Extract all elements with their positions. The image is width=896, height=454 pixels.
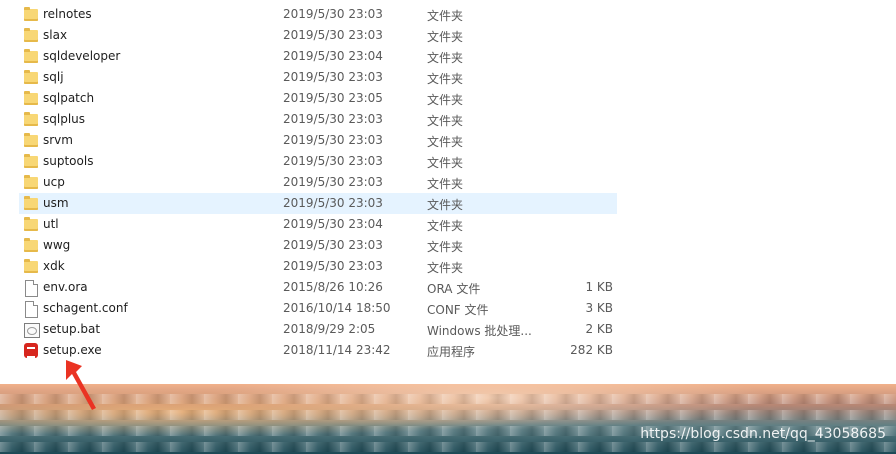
file-date: 2019/5/30 23:04: [283, 49, 383, 63]
folder-icon: [24, 196, 38, 212]
file-date: 2019/5/30 23:03: [283, 28, 383, 42]
file-date: 2019/5/30 23:03: [283, 112, 383, 126]
file-type: 文件夹: [427, 240, 464, 254]
file-type: 文件夹: [427, 30, 464, 44]
file-name: ucp: [43, 175, 65, 189]
file-name: utl: [43, 217, 59, 231]
file-row[interactable]: xdk 2019/5/30 23:03 文件夹: [19, 256, 617, 277]
folder-icon: [24, 175, 38, 191]
file-date: 2019/5/30 23:03: [283, 154, 383, 168]
watermark-text: https://blog.csdn.net/qq_43058685: [640, 426, 886, 442]
folder-icon: [24, 70, 38, 86]
file-name: sqlplus: [43, 112, 86, 126]
file-icon: [24, 280, 38, 297]
file-name: env.ora: [43, 280, 88, 294]
file-row[interactable]: schagent.conf 2016/10/14 18:50 CONF 文件 3 KB: [19, 298, 617, 319]
folder-icon: [24, 7, 38, 23]
file-date: 2018/9/29 2:05: [283, 322, 376, 336]
folder-icon: [24, 28, 38, 44]
file-type: 文件夹: [427, 219, 464, 233]
file-name: slax: [43, 28, 68, 42]
file-type: 文件夹: [427, 198, 464, 212]
folder-icon: [24, 238, 38, 254]
file-size: 2 KB: [585, 322, 613, 336]
file-date: 2015/8/26 10:26: [283, 280, 383, 294]
file-size: 282 KB: [570, 343, 613, 357]
file-explorer: relnotes 2019/5/30 23:03 文件夹 slax 2019/5/30 …: [0, 0, 896, 384]
file-size: 1 KB: [585, 280, 613, 294]
file-row[interactable]: sqldeveloper 2019/5/30 23:04 文件夹: [19, 46, 617, 67]
file-row[interactable]: sqlpatch 2019/5/30 23:05 文件夹: [19, 88, 617, 109]
file-type: 应用程序: [427, 345, 476, 359]
file-name: setup.bat: [43, 322, 101, 336]
file-row[interactable]: utl 2019/5/30 23:04 文件夹: [19, 214, 617, 235]
folder-icon: [24, 91, 38, 107]
folder-icon: [24, 259, 38, 275]
file-type: 文件夹: [427, 135, 464, 149]
folder-icon: [24, 49, 38, 65]
file-date: 2019/5/30 23:05: [283, 91, 383, 105]
file-row[interactable]: suptools 2019/5/30 23:03 文件夹: [19, 151, 617, 172]
file-name: schagent.conf: [43, 301, 128, 315]
file-type: ORA 文件: [427, 282, 481, 296]
file-name: suptools: [43, 154, 94, 168]
file-name: usm: [43, 196, 69, 210]
file-date: 2019/5/30 23:03: [283, 196, 383, 210]
folder-icon: [24, 112, 38, 128]
file-row[interactable]: srvm 2019/5/30 23:03 文件夹: [19, 130, 617, 151]
exe-icon: [24, 343, 38, 359]
file-name: wwg: [43, 238, 71, 252]
file-date: 2016/10/14 18:50: [283, 301, 391, 315]
file-date: 2019/5/30 23:03: [283, 238, 383, 252]
file-date: 2018/11/14 23:42: [283, 343, 391, 357]
file-row[interactable]: relnotes 2019/5/30 23:03 文件夹: [19, 4, 617, 25]
file-type: Windows 批处理...: [427, 324, 532, 338]
file-type: 文件夹: [427, 93, 464, 107]
folder-icon: [24, 154, 38, 170]
file-type: 文件夹: [427, 261, 464, 275]
file-row[interactable]: sqlj 2019/5/30 23:03 文件夹: [19, 67, 617, 88]
file-date: 2019/5/30 23:03: [283, 175, 383, 189]
file-name: sqldeveloper: [43, 49, 121, 63]
file-type: CONF 文件: [427, 303, 489, 317]
file-type: 文件夹: [427, 177, 464, 191]
file-name: xdk: [43, 259, 65, 273]
file-row[interactable]: wwg 2019/5/30 23:03 文件夹: [19, 235, 617, 256]
file-date: 2019/5/30 23:03: [283, 259, 383, 273]
file-name: sqlpatch: [43, 91, 95, 105]
file-row[interactable]: slax 2019/5/30 23:03 文件夹: [19, 25, 617, 46]
file-row[interactable]: usm 2019/5/30 23:03 文件夹: [19, 193, 617, 214]
file-size: 3 KB: [585, 301, 613, 315]
desktop-wallpaper: https://blog.csdn.net/qq_43058685: [0, 384, 896, 454]
file-row[interactable]: setup.bat 2018/9/29 2:05 Windows 批处理... 2 K…: [19, 319, 617, 340]
file-date: 2019/5/30 23:03: [283, 70, 383, 84]
file-type: 文件夹: [427, 51, 464, 65]
red-arrow-icon: [66, 360, 96, 410]
batch-file-icon: [24, 322, 40, 338]
file-type: 文件夹: [427, 9, 464, 23]
file-date: 2019/5/30 23:04: [283, 217, 383, 231]
file-type: 文件夹: [427, 114, 464, 128]
file-type: 文件夹: [427, 156, 464, 170]
file-name: relnotes: [43, 7, 92, 21]
file-name: srvm: [43, 133, 73, 147]
file-type: 文件夹: [427, 72, 464, 86]
file-row[interactable]: ucp 2019/5/30 23:03 文件夹: [19, 172, 617, 193]
file-name: sqlj: [43, 70, 64, 84]
file-date: 2019/5/30 23:03: [283, 7, 383, 21]
file-date: 2019/5/30 23:03: [283, 133, 383, 147]
file-row[interactable]: env.ora 2015/8/26 10:26 ORA 文件 1 KB: [19, 277, 617, 298]
file-row[interactable]: sqlplus 2019/5/30 23:03 文件夹: [19, 109, 617, 130]
file-icon: [24, 301, 38, 318]
folder-icon: [24, 133, 38, 149]
folder-icon: [24, 217, 38, 233]
